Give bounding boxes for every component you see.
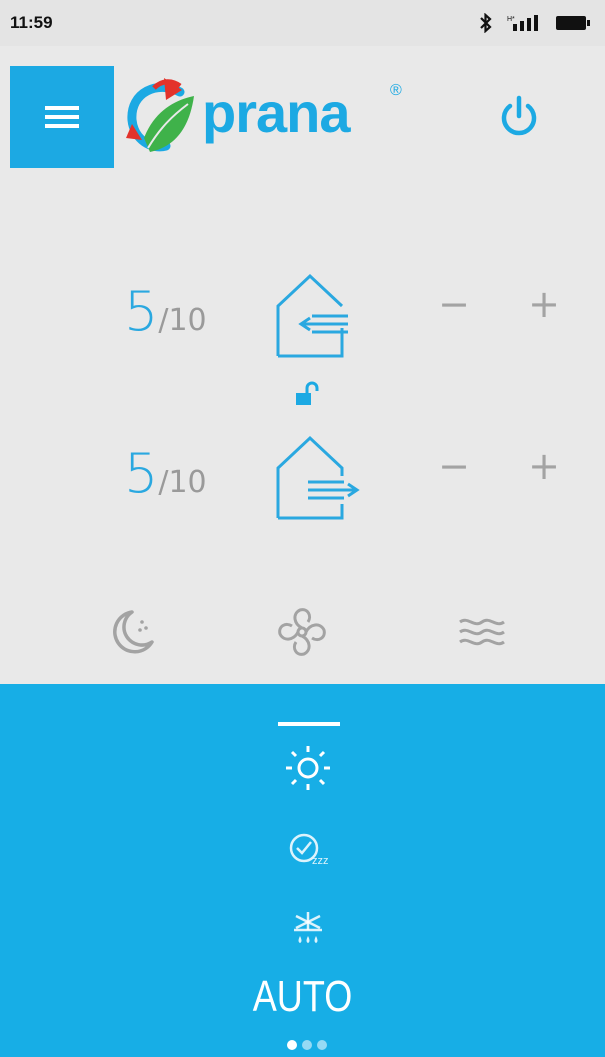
page-dot[interactable] <box>302 1040 312 1050</box>
exhaust-row: 5/10 − + <box>0 420 605 520</box>
unlock-icon[interactable] <box>292 380 320 408</box>
house-exhaust-icon <box>276 435 360 520</box>
mode-panel: zzz AUTO <box>0 684 605 1057</box>
power-icon <box>501 95 537 136</box>
status-bar: 11:59 H* <box>0 0 605 46</box>
intake-row: 5/10 − + <box>0 258 605 358</box>
bluetooth-icon <box>480 13 492 33</box>
selection-bar <box>278 722 340 726</box>
sun-icon[interactable] <box>280 740 336 796</box>
exhaust-level-max: /10 <box>158 465 207 500</box>
logo-swirl-icon <box>126 78 194 152</box>
page-dot[interactable] <box>287 1040 297 1050</box>
menu-button[interactable] <box>10 66 114 168</box>
status-icons: H* <box>479 13 591 33</box>
exhaust-level: 5/10 <box>124 442 207 505</box>
prana-logo: prana ® <box>124 72 414 162</box>
svg-text:H*: H* <box>507 16 515 23</box>
exhaust-level-value: 5 <box>124 442 159 505</box>
defrost-icon[interactable] <box>288 908 328 948</box>
airflow-icon[interactable] <box>454 604 510 660</box>
logo-text: prana <box>202 81 350 144</box>
logo-registered-mark: ® <box>390 82 402 99</box>
intake-level: 5/10 <box>124 280 207 343</box>
intake-increase-button[interactable]: + <box>524 284 564 324</box>
timer-sleep-icon[interactable]: zzz <box>286 826 332 872</box>
house-intake-icon <box>276 273 348 358</box>
page-dot[interactable] <box>317 1040 327 1050</box>
night-mode-icon[interactable] <box>102 604 158 660</box>
intake-level-value: 5 <box>124 280 159 343</box>
status-time: 11:59 <box>10 13 53 32</box>
intake-level-max: /10 <box>158 303 207 338</box>
intake-decrease-button[interactable]: − <box>434 284 474 324</box>
battery-icon <box>556 16 590 30</box>
exhaust-decrease-button[interactable]: − <box>434 446 474 486</box>
fan-icon[interactable] <box>274 604 330 660</box>
signal-icon: H* <box>507 15 538 31</box>
svg-text:zzz: zzz <box>312 855 329 867</box>
mode-label: AUTO <box>252 972 353 1021</box>
power-button[interactable] <box>496 94 542 140</box>
hamburger-icon <box>45 106 79 128</box>
page-indicator <box>287 1040 327 1050</box>
exhaust-increase-button[interactable]: + <box>524 446 564 486</box>
